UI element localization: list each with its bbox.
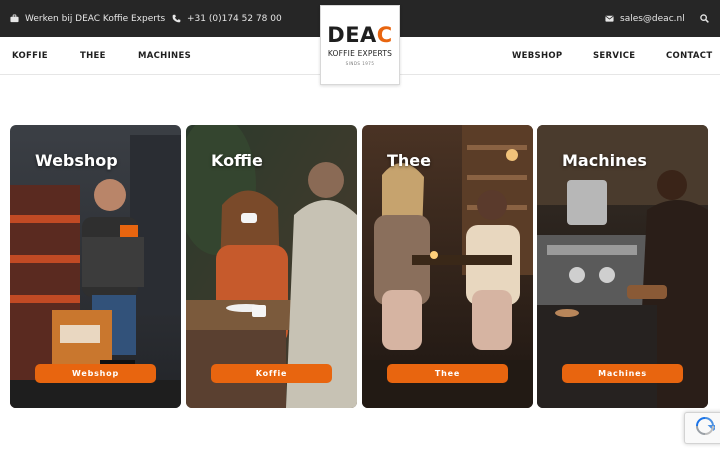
- search-icon: [700, 14, 709, 23]
- email-address: sales@deac.nl: [620, 13, 685, 24]
- webshop-button[interactable]: Webshop: [35, 364, 156, 383]
- card-koffie-title: Koffie: [211, 151, 263, 170]
- phone-icon: [172, 14, 181, 23]
- phone-number: +31 (0)174 52 78 00: [187, 13, 282, 24]
- nav-thee[interactable]: THEE: [80, 37, 106, 75]
- recaptcha-badge[interactable]: [684, 412, 720, 444]
- search-button[interactable]: [700, 0, 709, 37]
- card-webshop[interactable]: Webshop Webshop: [10, 125, 181, 408]
- nav-contact[interactable]: CONTACT: [666, 37, 712, 75]
- card-machines-title: Machines: [562, 151, 647, 170]
- nav-service[interactable]: SERVICE: [593, 37, 635, 75]
- card-thee-title: Thee: [387, 151, 432, 170]
- logo-subtitle: KOFFIE EXPERTS: [327, 48, 393, 58]
- koffie-button[interactable]: Koffie: [211, 364, 332, 383]
- thee-button[interactable]: Thee: [387, 364, 508, 383]
- nav-machines[interactable]: MACHINES: [138, 37, 191, 75]
- card-koffie[interactable]: Koffie Koffie: [186, 125, 357, 408]
- logo-wordmark: DEAC: [327, 22, 393, 47]
- envelope-icon: [605, 14, 614, 23]
- email-link[interactable]: sales@deac.nl: [605, 0, 685, 37]
- nav-webshop[interactable]: WEBSHOP: [512, 37, 562, 75]
- card-machines[interactable]: Machines Machines: [537, 125, 708, 408]
- briefcase-icon: [10, 14, 19, 23]
- nav-koffie[interactable]: KOFFIE: [12, 37, 48, 75]
- phone-link[interactable]: +31 (0)174 52 78 00: [172, 0, 282, 37]
- card-thee[interactable]: Thee Thee: [362, 125, 533, 408]
- careers-link-label: Werken bij DEAC Koffie Experts: [25, 13, 166, 24]
- machines-button[interactable]: Machines: [562, 364, 683, 383]
- careers-link[interactable]: Werken bij DEAC Koffie Experts: [10, 0, 165, 37]
- logo-since: SINDS 1975: [345, 60, 375, 66]
- brand-logo[interactable]: DEAC KOFFIE EXPERTS SINDS 1975: [320, 5, 400, 85]
- card-webshop-title: Webshop: [35, 151, 118, 170]
- recaptcha-icon: [695, 416, 719, 440]
